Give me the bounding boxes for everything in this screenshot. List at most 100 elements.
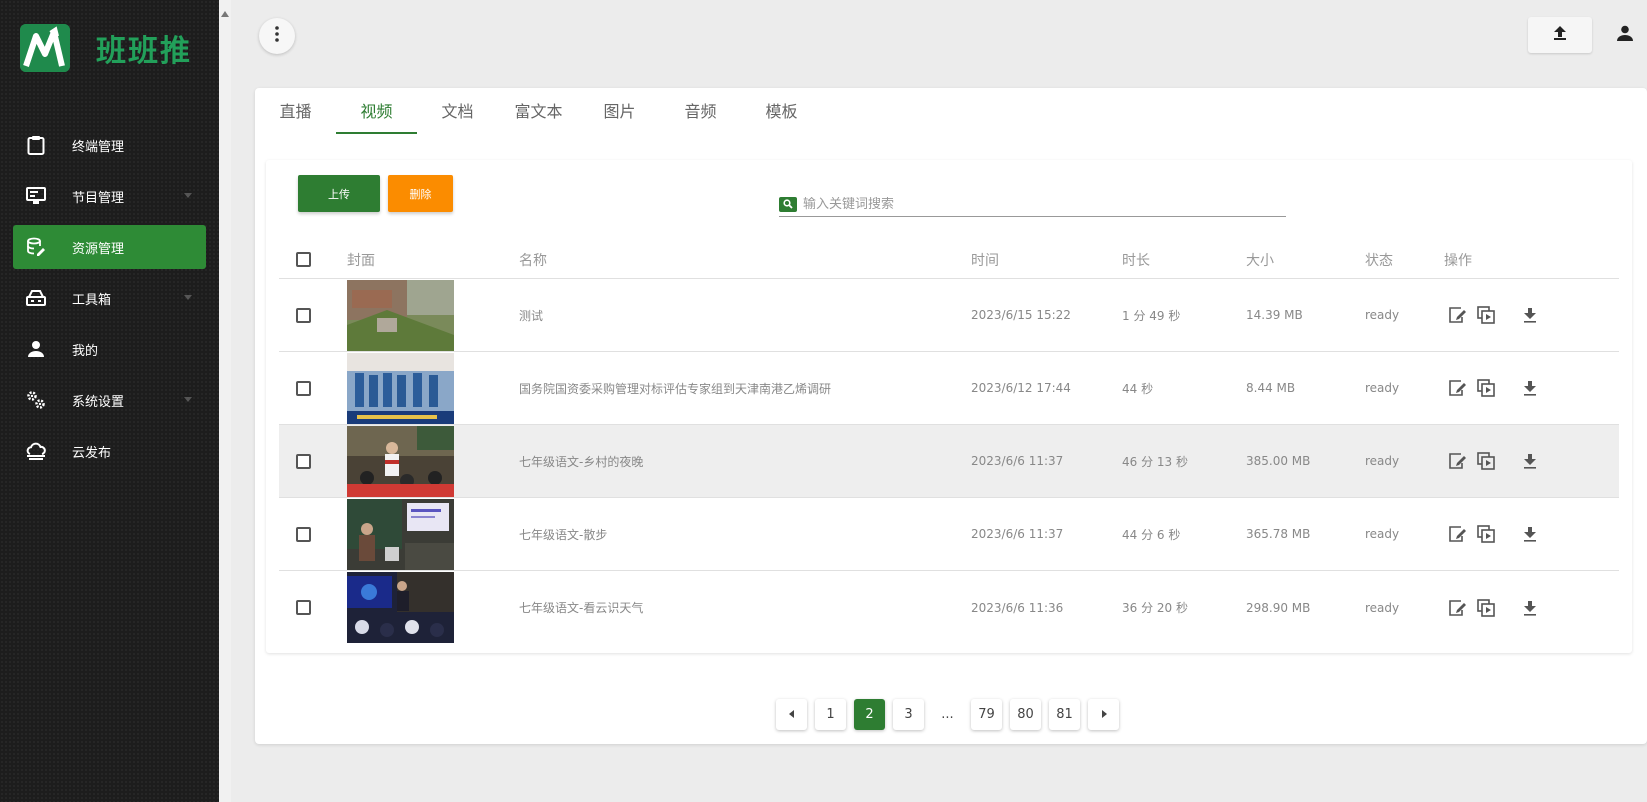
copy-play-icon[interactable] bbox=[1475, 597, 1497, 619]
tab-live[interactable]: 直播 bbox=[255, 88, 336, 132]
sidebar-scrollbar[interactable] bbox=[219, 0, 231, 802]
table-row[interactable]: 国务院国资委采购管理对标评估专家组到天津南港乙烯调研 2023/6/12 17:… bbox=[279, 352, 1619, 425]
video-thumbnail bbox=[347, 352, 454, 424]
search-box bbox=[779, 192, 1286, 217]
edit-icon[interactable] bbox=[1446, 597, 1468, 619]
pagination: 1 2 3 ... 79 80 81 bbox=[776, 699, 1127, 730]
video-time: 2023/6/6 11:37 bbox=[971, 527, 1064, 541]
sidebar-item-label: 资源管理 bbox=[72, 241, 125, 257]
edit-icon[interactable] bbox=[1446, 523, 1468, 545]
video-thumbnail bbox=[347, 498, 454, 570]
video-thumbnail bbox=[347, 572, 454, 643]
cloud-upload-icon bbox=[25, 440, 47, 462]
table-row[interactable]: 测试 2023/6/15 15:22 1 分 49 秒 14.39 MB rea… bbox=[279, 279, 1619, 352]
copy-play-icon[interactable] bbox=[1475, 304, 1497, 326]
toolbox-icon bbox=[25, 287, 47, 309]
video-size: 8.44 MB bbox=[1246, 381, 1296, 395]
sidebar-item-cloud[interactable]: 云发布 bbox=[13, 429, 206, 473]
row-checkbox[interactable] bbox=[296, 526, 311, 542]
monitor-icon bbox=[25, 185, 47, 207]
tab-document[interactable]: 文档 bbox=[417, 88, 498, 132]
video-status: ready bbox=[1365, 454, 1400, 468]
top-upload-button[interactable] bbox=[1528, 17, 1592, 53]
sidebar-item-terminal[interactable]: 终端管理 bbox=[13, 123, 206, 167]
video-duration: 1 分 49 秒 bbox=[1122, 308, 1181, 323]
sidebar-item-settings[interactable]: 系统设置 bbox=[13, 378, 206, 422]
logo-mark-icon bbox=[20, 24, 70, 72]
page-button-1[interactable]: 1 bbox=[815, 699, 846, 730]
search-input[interactable] bbox=[803, 196, 1286, 212]
table-row[interactable]: 七年级语文-看云识天气 2023/6/6 11:36 36 分 20 秒 298… bbox=[279, 571, 1619, 644]
video-time: 2023/6/15 15:22 bbox=[971, 308, 1071, 322]
sidebar-item-resource[interactable]: 资源管理 bbox=[13, 225, 206, 269]
header-name: 名称 bbox=[519, 252, 547, 269]
account-button[interactable] bbox=[1612, 22, 1638, 48]
select-all-checkbox[interactable] bbox=[296, 252, 311, 267]
sidebar-item-program[interactable]: 节目管理 bbox=[13, 174, 206, 218]
header-duration: 时长 bbox=[1122, 252, 1150, 269]
download-icon[interactable] bbox=[1519, 597, 1541, 619]
header-status: 状态 bbox=[1365, 252, 1393, 269]
chevron-down-icon bbox=[184, 397, 192, 402]
more-menu-button[interactable] bbox=[259, 18, 295, 54]
edit-icon[interactable] bbox=[1446, 377, 1468, 399]
edit-icon[interactable] bbox=[1446, 304, 1468, 326]
video-name[interactable]: 国务院国资委采购管理对标评估专家组到天津南港乙烯调研 bbox=[519, 352, 831, 424]
row-checkbox[interactable] bbox=[296, 600, 311, 615]
sidebar-item-mine[interactable]: 我的 bbox=[13, 327, 206, 371]
copy-play-icon[interactable] bbox=[1475, 450, 1497, 472]
tab-template[interactable]: 模板 bbox=[741, 88, 822, 132]
video-name[interactable]: 七年级语文-乡村的夜晚 bbox=[519, 425, 643, 497]
chevron-right-icon bbox=[1101, 707, 1107, 722]
resource-tabs: 直播 视频 文档 富文本 图片 音频 模板 bbox=[255, 88, 822, 134]
video-size: 385.00 MB bbox=[1246, 454, 1311, 468]
video-table: 封面 名称 时间 时长 大小 状态 操作 测试 2023/6/15 15:22 … bbox=[279, 240, 1619, 644]
chevron-left-icon bbox=[788, 707, 795, 722]
video-thumbnail bbox=[347, 425, 454, 497]
video-name[interactable]: 七年级语文-散步 bbox=[519, 498, 607, 570]
scroll-up-arrow-icon[interactable] bbox=[221, 11, 229, 17]
sidebar-nav: 终端管理 节目管理 资源管理 工具箱 我的 系统设置 云发布 bbox=[13, 123, 206, 480]
video-name[interactable]: 测试 bbox=[519, 279, 543, 351]
copy-play-icon[interactable] bbox=[1475, 377, 1497, 399]
resource-card: 直播 视频 文档 富文本 图片 音频 模板 上传 删除 封面 名称 时间 时长 … bbox=[255, 88, 1647, 744]
page-button-3[interactable]: 3 bbox=[893, 699, 924, 730]
video-status: ready bbox=[1365, 527, 1400, 541]
upload-icon bbox=[1553, 25, 1567, 45]
page-button-80[interactable]: 80 bbox=[1010, 699, 1041, 730]
edit-icon[interactable] bbox=[1446, 450, 1468, 472]
page-button-81[interactable]: 81 bbox=[1049, 699, 1080, 730]
download-icon[interactable] bbox=[1519, 450, 1541, 472]
page-button-2[interactable]: 2 bbox=[854, 699, 885, 730]
sidebar: 班班推 终端管理 节目管理 资源管理 工具箱 我的 系统设置 云发布 bbox=[0, 0, 219, 802]
page-button-79[interactable]: 79 bbox=[971, 699, 1002, 730]
copy-play-icon[interactable] bbox=[1475, 523, 1497, 545]
download-icon[interactable] bbox=[1519, 304, 1541, 326]
header-size: 大小 bbox=[1246, 252, 1274, 269]
video-name[interactable]: 七年级语文-看云识天气 bbox=[519, 571, 643, 644]
page-ellipsis: ... bbox=[941, 707, 954, 722]
tab-richtext[interactable]: 富文本 bbox=[498, 88, 579, 132]
delete-button[interactable]: 删除 bbox=[388, 175, 453, 212]
table-row[interactable]: 七年级语文-散步 2023/6/6 11:37 44 分 6 秒 365.78 … bbox=[279, 498, 1619, 571]
clipboard-icon bbox=[25, 134, 47, 156]
search-icon bbox=[779, 196, 797, 212]
upload-button[interactable]: 上传 bbox=[298, 175, 380, 212]
prev-page-button[interactable] bbox=[776, 699, 807, 730]
tab-audio[interactable]: 音频 bbox=[660, 88, 741, 132]
download-icon[interactable] bbox=[1519, 377, 1541, 399]
video-size: 365.78 MB bbox=[1246, 527, 1311, 541]
tab-image[interactable]: 图片 bbox=[579, 88, 660, 132]
video-duration: 44 分 6 秒 bbox=[1122, 527, 1181, 542]
row-checkbox[interactable] bbox=[296, 307, 311, 323]
tab-video[interactable]: 视频 bbox=[336, 88, 417, 134]
row-checkbox[interactable] bbox=[296, 380, 311, 396]
download-icon[interactable] bbox=[1519, 523, 1541, 545]
video-status: ready bbox=[1365, 600, 1400, 615]
row-checkbox[interactable] bbox=[296, 453, 311, 469]
chevron-down-icon bbox=[184, 295, 192, 300]
sidebar-item-toolbox[interactable]: 工具箱 bbox=[13, 276, 206, 320]
app-logo[interactable]: 班班推 bbox=[20, 24, 192, 72]
table-row[interactable]: 七年级语文-乡村的夜晚 2023/6/6 11:37 46 分 13 秒 385… bbox=[279, 425, 1619, 498]
next-page-button[interactable] bbox=[1088, 699, 1119, 730]
